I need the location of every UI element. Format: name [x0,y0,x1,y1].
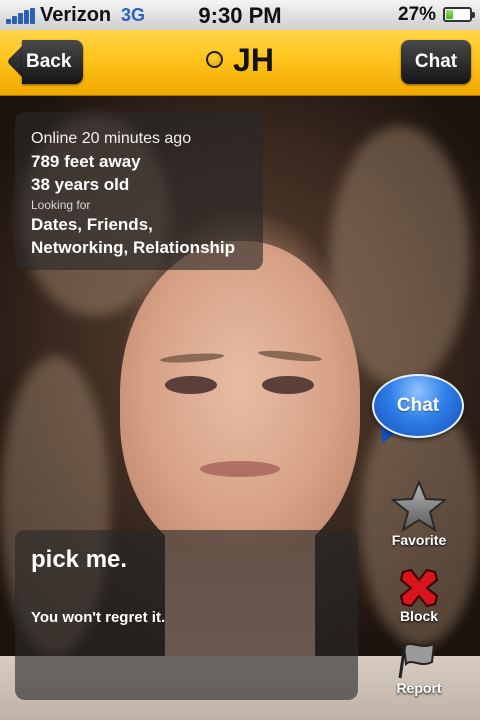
profile-about: You won't regret it. [31,609,166,626]
battery-level [446,10,453,19]
battery-icon [443,7,475,22]
chat-button[interactable]: Chat [401,40,471,84]
block-label: Block [399,608,439,624]
last-online-text: Online 20 minutes ago [31,130,192,147]
profile-headline: pick me. [31,546,128,573]
battery-percent: 27% [398,4,437,25]
looking-for-value-line1: Dates, Friends, [31,215,153,234]
block-x-icon [399,568,439,608]
profile-info-panel: Online 20 minutes ago 789 feet away 38 y… [15,112,263,270]
status-bar: Verizon 3G 9:30 PM 27% [0,0,480,30]
flag-icon [398,642,436,679]
looking-for-value-line2: Networking, Relationship [31,238,236,257]
favorite-button[interactable]: Favorite [384,480,454,548]
distance-text: 789 feet away [31,152,141,171]
age-text: 38 years old [31,175,130,194]
report-button[interactable]: Report [384,640,454,696]
profile-name: JH [233,42,274,78]
block-button[interactable]: Block [384,568,454,624]
looking-for-label: Looking for [31,198,91,212]
chat-bubble-label: Chat [372,374,464,438]
online-status-icon [206,51,224,69]
star-icon [391,480,447,532]
report-label: Report [396,680,442,696]
profile-bio-panel: pick me. You won't regret it. [15,530,358,700]
favorite-label: Favorite [391,532,447,548]
navigation-bar: Back JH Chat [0,30,480,96]
chat-bubble-button[interactable]: Chat [372,374,464,448]
